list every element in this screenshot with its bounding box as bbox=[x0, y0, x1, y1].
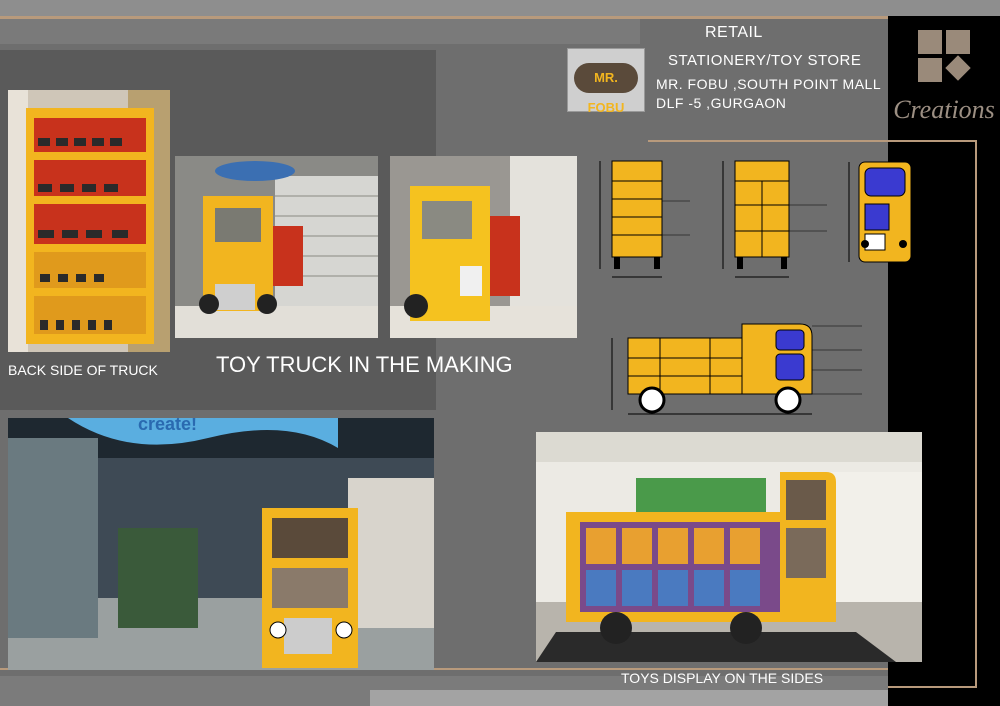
caption-making: TOY TRUCK IN THE MAKING bbox=[216, 352, 513, 377]
store-logo-text: MR. FOBU bbox=[574, 63, 638, 115]
photo-store-interior: create! bbox=[8, 418, 434, 670]
address-line-2: DLF -5 ,GURGAON bbox=[656, 95, 787, 111]
address-line-1: MR. FOBU ,SOUTH POINT MALL bbox=[656, 76, 882, 92]
elevation-3-svg bbox=[848, 161, 953, 263]
elevation-drawing-2 bbox=[715, 155, 835, 295]
store-type: STATIONERY/TOY STORE bbox=[668, 52, 862, 69]
right-top-bar bbox=[888, 0, 1000, 16]
left-band bbox=[0, 19, 640, 44]
creations-logo bbox=[918, 30, 974, 90]
side-elevation-svg bbox=[611, 323, 862, 415]
logo-tile bbox=[918, 30, 942, 54]
caption-back-side: BACK SIDE OF TRUCK bbox=[8, 362, 158, 378]
photo-toys-display bbox=[536, 432, 922, 662]
elevation-drawing-3 bbox=[843, 152, 963, 292]
elevation-1-svg bbox=[599, 160, 690, 278]
toys-display-svg bbox=[536, 432, 922, 662]
logo-tile bbox=[945, 55, 971, 81]
frame-bottom-line bbox=[888, 686, 977, 688]
top-bar bbox=[0, 0, 1000, 16]
store-sign: create! bbox=[138, 418, 197, 434]
mr-fobu-logo: MR. FOBU bbox=[567, 48, 645, 115]
logo-tile bbox=[946, 30, 970, 54]
making-illustration-2 bbox=[390, 156, 577, 338]
frame-vertical-line bbox=[975, 140, 977, 688]
making-illustration-1 bbox=[175, 156, 378, 338]
side-elevation-drawing bbox=[600, 310, 870, 420]
elevation-2-svg bbox=[722, 160, 827, 278]
frame-horizontal-line bbox=[648, 140, 977, 142]
section-title: RETAIL bbox=[705, 24, 763, 41]
caption-display: TOYS DISPLAY ON THE SIDES bbox=[621, 670, 824, 686]
photo-back-side bbox=[8, 90, 170, 352]
elevation-drawing-1 bbox=[590, 155, 698, 295]
back-side-illustration bbox=[8, 90, 170, 352]
creations-wordmark: Creations bbox=[893, 95, 995, 124]
photo-making-2 bbox=[390, 156, 577, 338]
store-interior-svg: create! bbox=[8, 418, 434, 670]
photo-making-1 bbox=[175, 156, 378, 338]
bottom-strip bbox=[370, 690, 888, 706]
logo-tile bbox=[918, 58, 942, 82]
